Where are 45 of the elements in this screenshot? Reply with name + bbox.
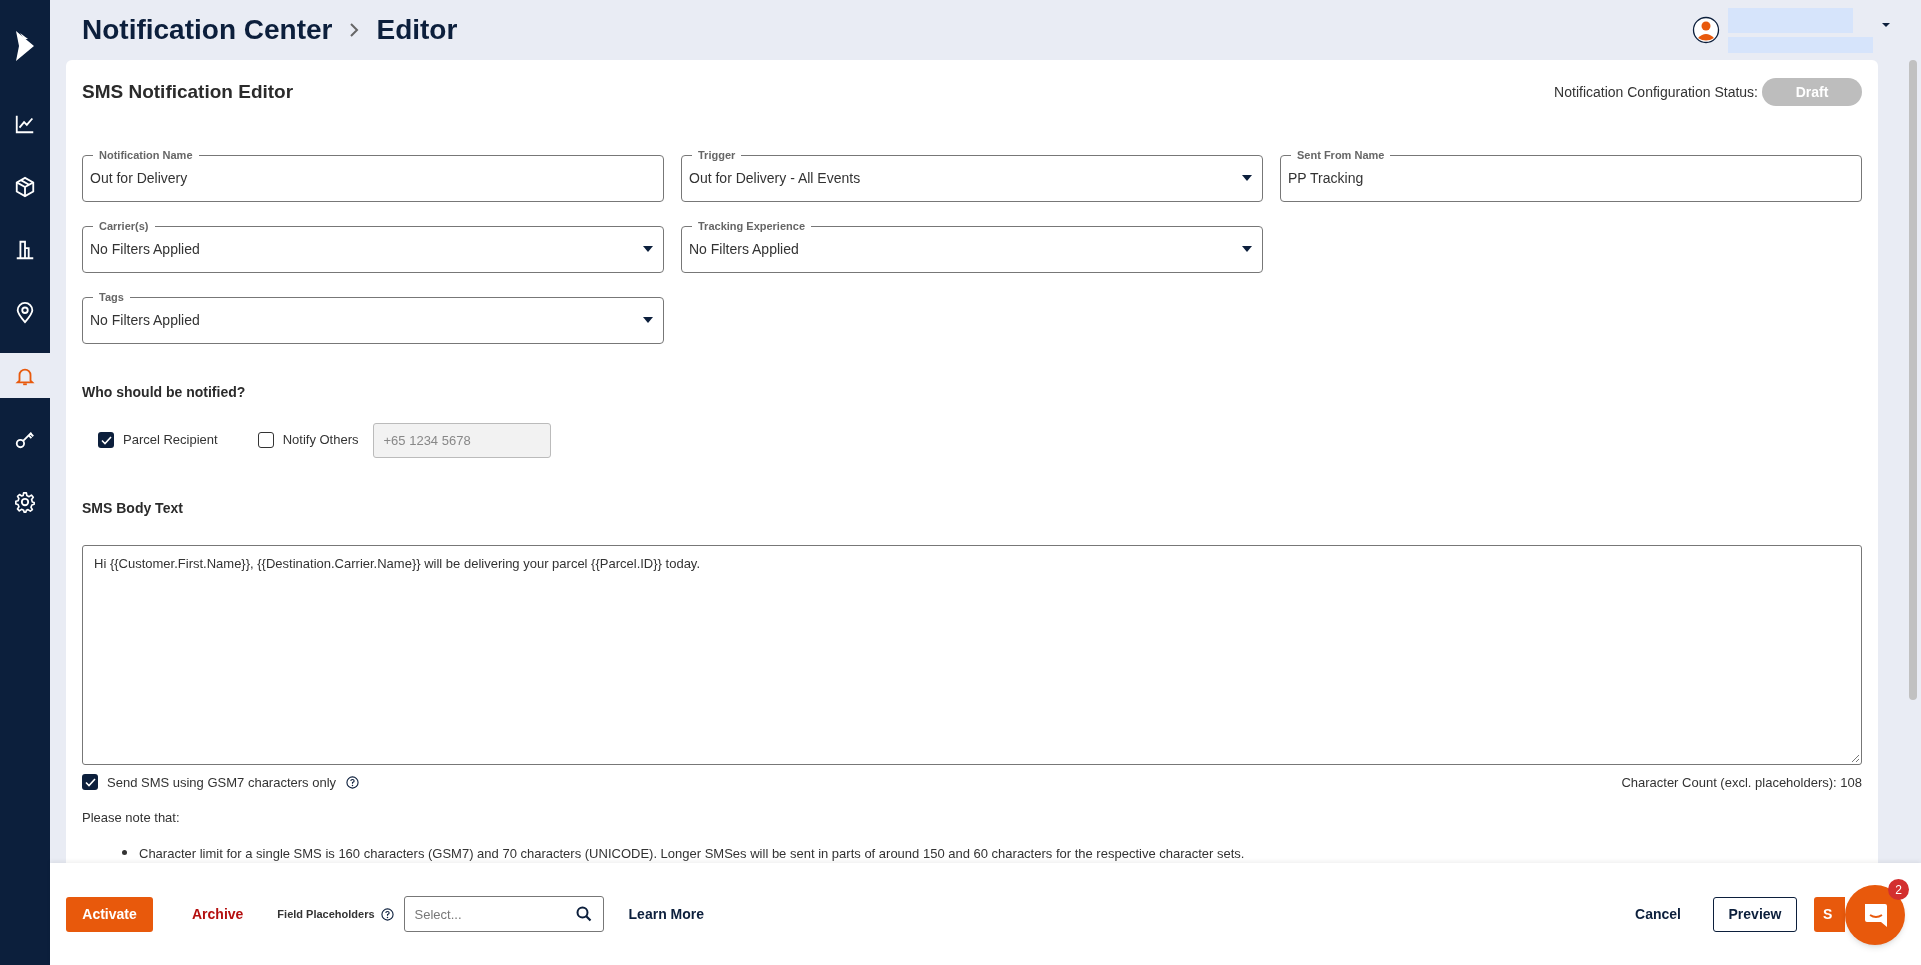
location-pin-icon[interactable] [14, 301, 36, 324]
status-label: Notification Configuration Status: [1554, 82, 1758, 102]
bullet-icon [122, 849, 127, 855]
chevron-right-icon [348, 22, 361, 38]
checkbox-label[interactable]: Parcel Recipient [123, 430, 218, 450]
checkbox[interactable] [257, 432, 274, 448]
caret-icon[interactable] [1881, 22, 1891, 28]
activate-button[interactable]: Activate [66, 896, 153, 932]
note-intro: Please note that: [82, 809, 181, 827]
status-badge: Draft [1762, 78, 1862, 107]
checkbox-label[interactable]: Send SMS using GSM7 characters only [107, 772, 337, 792]
resize-handle-icon[interactable] [1851, 753, 1860, 763]
caret-icon[interactable] [1242, 246, 1252, 252]
settings-icon[interactable] [14, 490, 36, 513]
avatar-icon[interactable] [1692, 16, 1720, 44]
checkbox[interactable] [98, 432, 114, 448]
field-placeholders-label: Field Placeholders [277, 906, 375, 922]
help-icon[interactable] [380, 907, 394, 921]
editor-title: SMS Notification Editor [82, 80, 294, 104]
character-count: Character Count (excl. placeholders): 108 [1621, 773, 1862, 792]
scrollbar-thumb[interactable] [1909, 60, 1917, 700]
note-text: Character limit for a single SMS is 160 characters (GSM7) and 70 characters (UNICODE). Longer SMSes will be sent in parts of around 150 and 60 characters for the respective character sets. [139, 844, 1245, 863]
cancel-link[interactable]: Cancel [1635, 903, 1681, 925]
building-icon[interactable] [14, 238, 36, 261]
preview-button[interactable]: Preview [1713, 896, 1797, 932]
save-button[interactable]: S [1814, 896, 1845, 932]
sms-body-textarea[interactable]: Hi {{Customer.First.Name}}, {{Destination.Carrier.Name}} will be delivering your parcel {{Parcel.ID}} today. [82, 544, 1862, 765]
search-icon[interactable] [575, 906, 592, 922]
checkbox[interactable] [82, 774, 98, 791]
section-heading: SMS Body Text [82, 498, 184, 518]
logo-icon[interactable] [14, 29, 36, 63]
placeholder-select-field[interactable]: Select... [403, 896, 604, 932]
package-icon[interactable] [14, 175, 36, 198]
chat-bubble-button[interactable] [1845, 885, 1905, 945]
breadcrumb-item[interactable]: Notification Center [82, 9, 333, 51]
archive-link[interactable]: Archive [192, 903, 244, 925]
breadcrumb-item: Editor [376, 13, 458, 47]
section-heading: Who should be notified? [82, 382, 247, 402]
help-icon[interactable] [346, 775, 360, 789]
notification-badge: 2 [1888, 879, 1909, 900]
caret-icon[interactable] [643, 317, 653, 323]
learn-more-link[interactable]: Learn More [628, 903, 705, 925]
caret-icon[interactable] [643, 246, 653, 252]
caret-icon[interactable] [1242, 175, 1252, 181]
checkbox-label[interactable]: Notify Others [282, 430, 359, 450]
